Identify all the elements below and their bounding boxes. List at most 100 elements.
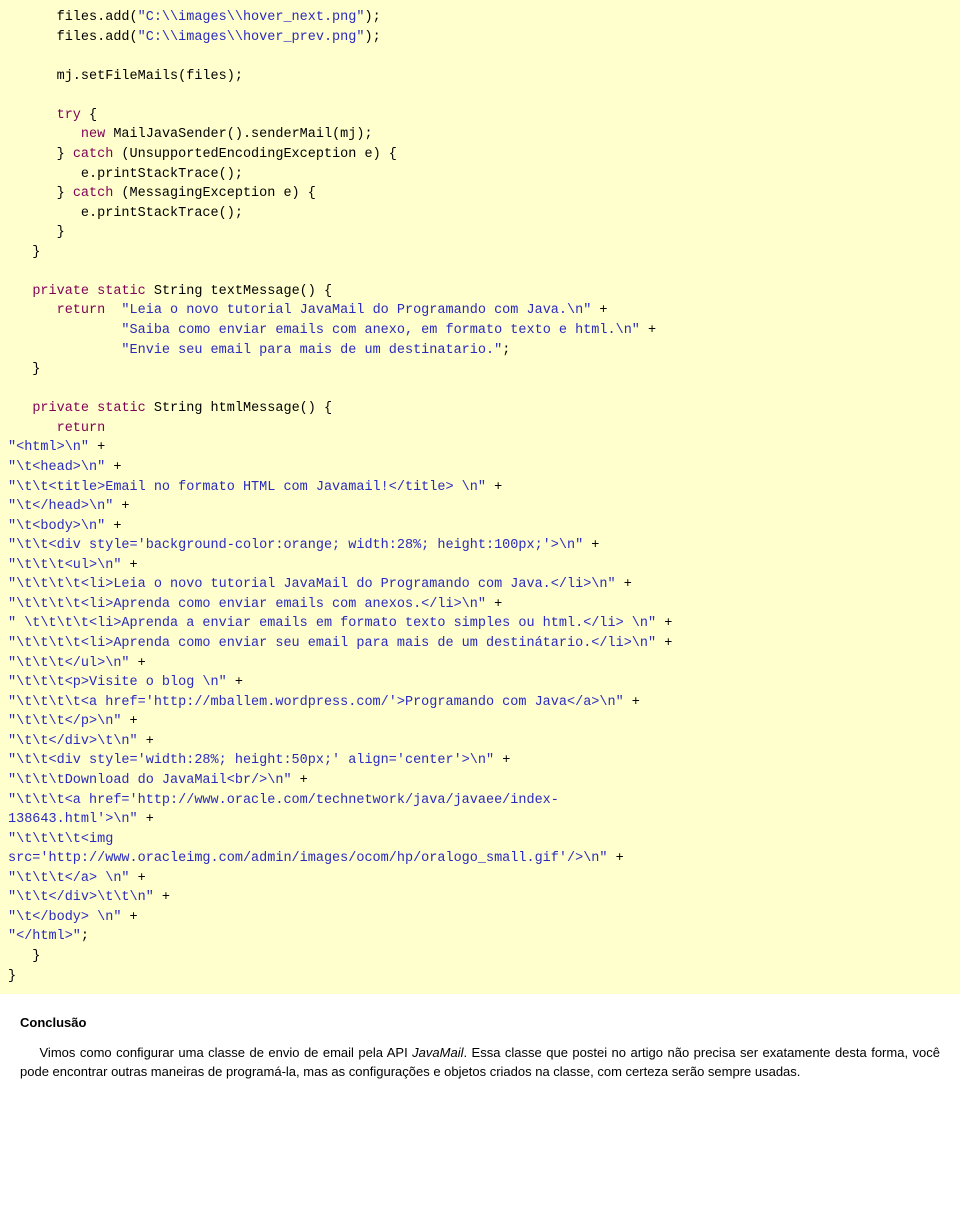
code-text	[8, 401, 32, 416]
code-text: +	[591, 303, 607, 318]
conclusion-section: Conclusão Vimos como configurar uma clas…	[0, 994, 960, 1091]
keyword-static: static	[97, 401, 146, 416]
string-literal: "\t\t\t\t<img	[8, 832, 121, 847]
plus: +	[494, 753, 510, 768]
code-text	[8, 323, 121, 338]
string-literal: "\t<head>\n"	[8, 460, 105, 475]
string-literal: src='http://www.oracleimg.com/admin/imag…	[8, 851, 608, 866]
plus: +	[486, 597, 502, 612]
plus: +	[121, 910, 137, 925]
plus: +	[227, 675, 243, 690]
code-text: ;	[502, 343, 510, 358]
keyword-catch: catch	[73, 186, 114, 201]
code-line: files.add(	[8, 30, 138, 45]
string-literal: "\t\t\t\t<li>Aprenda como enviar seu ema…	[8, 636, 656, 651]
plus: +	[292, 773, 308, 788]
string-literal: "\t\t\t<p>Visite o blog \n"	[8, 675, 227, 690]
string-literal: "\t</body> \n"	[8, 910, 121, 925]
code-text: MailJavaSender().senderMail(mj);	[105, 127, 372, 142]
string-literal: "\t<body>\n"	[8, 519, 105, 534]
keyword-static: static	[97, 284, 146, 299]
plus: +	[130, 871, 146, 886]
keyword-try: try	[57, 108, 81, 123]
code-line: mj.setFileMails(files);	[8, 69, 243, 84]
keyword-return: return	[57, 303, 106, 318]
string-literal: "\t\t\t</ul>\n"	[8, 656, 130, 671]
string-literal: "\t\t</div>\t\t\n"	[8, 890, 154, 905]
plus: +	[121, 558, 137, 573]
string-literal: "\t\t<title>Email no formato HTML com Ja…	[8, 480, 486, 495]
code-text: (MessagingException e) {	[113, 186, 316, 201]
string-literal: 138643.html'>\n"	[8, 812, 138, 827]
string-literal: "\t\t\t\t<li>Leia o novo tutorial JavaMa…	[8, 577, 616, 592]
code-text: String htmlMessage() {	[146, 401, 332, 416]
conclusion-italic: JavaMail	[412, 1045, 463, 1060]
semicolon: ;	[81, 929, 89, 944]
plus: +	[138, 734, 154, 749]
code-text	[8, 127, 81, 142]
keyword-private: private	[32, 401, 89, 416]
code-text	[8, 108, 57, 123]
plus: +	[113, 499, 129, 514]
code-text: {	[81, 108, 97, 123]
string-literal: "<html>\n"	[8, 440, 89, 455]
string-literal: "\t\t\tDownload do JavaMail<br/>\n"	[8, 773, 292, 788]
plus: +	[624, 695, 640, 710]
string-literal: "\t\t<div style='width:28%; height:50px;…	[8, 753, 494, 768]
plus: +	[138, 812, 154, 827]
plus: +	[105, 519, 121, 534]
code-text: String textMessage() {	[146, 284, 332, 299]
string-literal: "\t\t<div style='background-color:orange…	[8, 538, 583, 553]
code-line: e.printStackTrace();	[8, 167, 243, 182]
plus: +	[121, 714, 137, 729]
plus: +	[616, 577, 632, 592]
string-literal: "C:\\images\\hover_next.png"	[138, 10, 365, 25]
string-literal: "\t</head>\n"	[8, 499, 113, 514]
plus: +	[656, 616, 672, 631]
string-literal: "\t\t</div>\t\n"	[8, 734, 138, 749]
code-line: }	[8, 969, 16, 984]
string-literal: "Leia o novo tutorial JavaMail do Progra…	[121, 303, 591, 318]
plus: +	[130, 656, 146, 671]
string-literal: "C:\\images\\hover_prev.png"	[138, 30, 365, 45]
code-text	[8, 284, 32, 299]
code-text: );	[364, 10, 380, 25]
plus: +	[89, 440, 105, 455]
code-line: }	[8, 949, 40, 964]
string-literal: "\t\t\t\t<a href='http://mballem.wordpre…	[8, 695, 624, 710]
code-line: }	[8, 362, 40, 377]
code-text	[8, 343, 121, 358]
string-literal: " \t\t\t\t<li>Aprenda a enviar emails em…	[8, 616, 656, 631]
code-text: (UnsupportedEncodingException e) {	[113, 147, 397, 162]
plus: +	[656, 636, 672, 651]
code-text	[8, 303, 57, 318]
keyword-catch: catch	[73, 147, 114, 162]
string-literal: "Envie seu email para mais de um destina…	[121, 343, 502, 358]
string-literal: "\t\t\t<a href='http://www.oracle.com/te…	[8, 793, 559, 808]
code-text: }	[8, 147, 73, 162]
plus: +	[154, 890, 170, 905]
keyword-new: new	[81, 127, 105, 142]
code-text	[105, 303, 121, 318]
code-text: );	[364, 30, 380, 45]
string-literal: "\t\t\t<ul>\n"	[8, 558, 121, 573]
code-text: }	[8, 186, 73, 201]
code-text	[89, 284, 97, 299]
conclusion-text-a: Vimos como configurar uma classe de envi…	[40, 1045, 413, 1060]
plus: +	[486, 480, 502, 495]
code-line: }	[8, 245, 40, 260]
keyword-private: private	[32, 284, 89, 299]
string-literal: "\t\t\t\t<li>Aprenda como enviar emails …	[8, 597, 486, 612]
string-literal: "\t\t\t</a> \n"	[8, 871, 130, 886]
keyword-return: return	[57, 421, 106, 436]
string-literal: "</html>"	[8, 929, 81, 944]
code-block: files.add("C:\\images\\hover_next.png");…	[0, 0, 960, 994]
conclusion-paragraph: Vimos como configurar uma classe de envi…	[20, 1044, 940, 1080]
code-text	[89, 401, 97, 416]
plus: +	[583, 538, 599, 553]
code-line: }	[8, 225, 65, 240]
conclusion-heading: Conclusão	[20, 1014, 940, 1032]
string-literal: "Saiba como enviar emails com anexo, em …	[121, 323, 639, 338]
plus: +	[105, 460, 121, 475]
code-line: e.printStackTrace();	[8, 206, 243, 221]
